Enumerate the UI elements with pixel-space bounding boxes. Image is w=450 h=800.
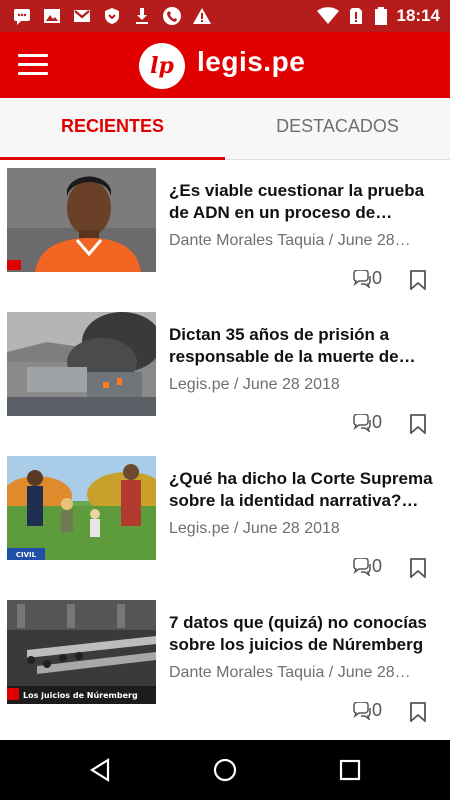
message-icon [14,9,30,25]
system-nav-bar [0,740,450,800]
article-title[interactable]: ¿Es viable cuestionar la prueba de ADN e… [169,180,435,224]
battery-icon [375,7,387,25]
download-icon [136,8,148,24]
family-photo: CIVIL [7,456,156,560]
comment-count-button[interactable]: 0 [352,556,382,580]
article-meta: Dante Morales Taquia / June 28… [169,232,411,249]
article-item[interactable]: Dictan 35 años de prisión a responsable … [0,304,450,448]
legis-logo: lp [139,43,185,89]
article-meta: Dante Morales Taquia / June 28… [169,664,411,681]
courtroom-photo: Los juicios de Núremberg [7,600,156,704]
comment-count-button[interactable]: 0 [352,700,382,724]
gmail-icon [74,10,90,22]
status-bar: 18:14 [0,0,450,32]
fire-photo [7,312,156,416]
app-bar: lp legis.pe [0,32,450,98]
article-thumbnail[interactable]: CIVIL [7,456,156,560]
comment-icon [353,701,371,722]
thumbnail-badge: CIVIL [16,551,37,559]
comment-count: 0 [372,412,383,432]
back-icon[interactable] [86,756,114,784]
comment-icon [353,269,371,290]
logo-text: lp [150,53,174,79]
wifi-icon [317,7,339,24]
article-item[interactable]: ¿Es viable cuestionar la prueba de ADN e… [0,160,450,304]
comment-icon [353,557,371,578]
article-title[interactable]: 7 datos que (quizá) no conocías sobre lo… [169,612,435,656]
comment-count: 0 [372,556,383,576]
app-title: legis.pe [197,46,306,77]
bookmark-icon[interactable] [409,270,427,290]
warning-icon [193,8,211,24]
clock: 18:14 [396,6,440,25]
hamburger-menu-icon[interactable] [18,54,48,76]
home-icon[interactable] [211,756,239,784]
bookmark-icon[interactable] [409,558,427,578]
article-meta: Legis.pe / June 28 2018 [169,520,340,537]
image-icon [44,9,60,23]
tab-bar: RECIENTES DESTACADOS [0,98,450,160]
article-list: ¿Es viable cuestionar la prueba de ADN e… [0,160,450,740]
bookmark-icon[interactable] [409,414,427,434]
comment-count-button[interactable]: 0 [352,412,382,436]
article-meta: Legis.pe / June 28 2018 [169,376,340,393]
comment-count: 0 [372,268,383,288]
comment-count: 0 [372,700,383,720]
tab-recientes[interactable]: RECIENTES [0,98,225,160]
comment-icon [353,413,371,434]
comment-count-button[interactable]: 0 [352,268,382,292]
article-title[interactable]: Dictan 35 años de prisión a responsable … [169,324,435,368]
article-item[interactable]: CIVIL ¿Qué ha dicho la Corte Suprema sob… [0,448,450,592]
no-sim-icon [350,8,362,24]
article-item[interactable]: Los juicios de Núremberg 7 datos que (qu… [0,592,450,736]
thumbnail-caption: Los juicios de Núremberg [23,691,138,700]
article-thumbnail[interactable]: Los juicios de Núremberg [7,600,156,704]
article-thumbnail[interactable] [7,312,156,416]
phone-icon [163,7,181,25]
article-thumbnail[interactable] [7,168,156,272]
recents-icon[interactable] [336,756,364,784]
bookmark-icon[interactable] [409,702,427,722]
footballer-photo [7,168,156,272]
shield-icon [105,8,119,24]
tab-destacados[interactable]: DESTACADOS [225,98,450,160]
article-title[interactable]: ¿Qué ha dicho la Corte Suprema sobre la … [169,468,435,512]
